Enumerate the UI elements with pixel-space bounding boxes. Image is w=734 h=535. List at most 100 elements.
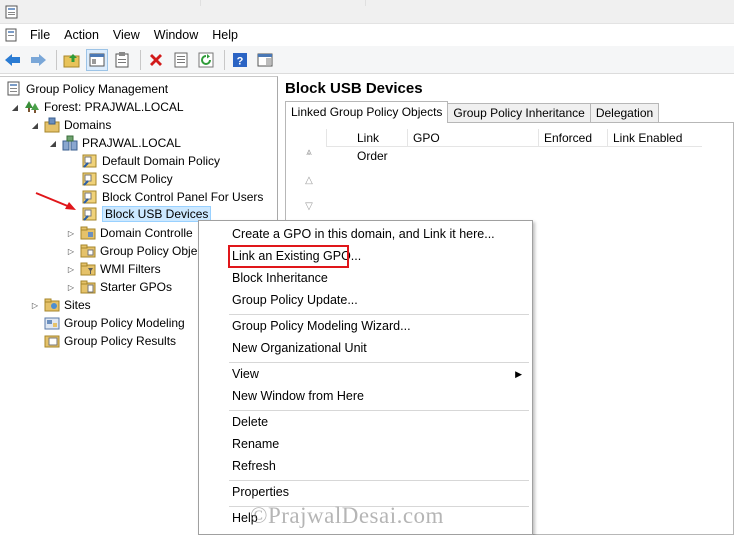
tree-node-domain[interactable]: ◢ PRAJWAL.LOCAL [48, 134, 181, 152]
menu-help[interactable]: Help [205, 24, 245, 46]
tree-node-container[interactable]: ▷ Domain Controlle [66, 224, 193, 242]
menu-block-inheritance[interactable]: Block Inheritance [199, 267, 532, 289]
tree-node-sites[interactable]: ▷ Sites [30, 296, 91, 314]
menu-rename[interactable]: Rename [199, 433, 532, 455]
back-button[interactable] [2, 49, 24, 71]
title-bar-segment [365, 0, 425, 6]
collapse-arrow-icon[interactable]: ◢ [10, 102, 20, 112]
sites-icon [44, 298, 60, 312]
column-enforced[interactable]: Enforced [538, 129, 607, 147]
expand-arrow-icon[interactable]: ▷ [30, 300, 40, 310]
export-list-icon [174, 52, 188, 67]
column-gpo[interactable]: GPO [407, 129, 538, 147]
expand-arrow-icon[interactable]: ▷ [66, 282, 76, 292]
up-folder-button[interactable] [61, 49, 83, 71]
expand-arrow-icon[interactable]: ▷ [66, 246, 76, 256]
gpo-folder-icon [80, 244, 96, 258]
forward-icon [31, 53, 46, 66]
back-icon [5, 53, 20, 66]
menu-window[interactable]: Window [147, 24, 205, 46]
expand-arrow-icon[interactable]: ▷ [66, 228, 76, 238]
delete-icon [150, 53, 162, 66]
show-hide-tree-icon [89, 53, 105, 66]
title-bar-segment [200, 0, 260, 6]
tree-label: PRAJWAL.LOCAL [82, 136, 181, 150]
tree-node-root[interactable]: Group Policy Management [6, 80, 168, 98]
tree-label: Group Policy Results [64, 334, 177, 348]
menu-modeling-wizard[interactable]: Group Policy Modeling Wizard... [199, 315, 532, 337]
menu-file[interactable]: File [23, 24, 57, 46]
tree-label: Sites [64, 298, 91, 312]
starter-gpo-folder-icon [80, 280, 96, 294]
menu-create-gpo-link[interactable]: Create a GPO in this domain, and Link it… [199, 223, 532, 245]
help-button[interactable]: ? [229, 49, 251, 71]
tree-label: Group Policy Management [26, 82, 169, 96]
export-list-button[interactable] [170, 49, 192, 71]
wmi-folder-icon [80, 262, 96, 276]
move-up-icon[interactable]: △ [302, 175, 316, 187]
forest-icon [25, 101, 39, 113]
tree-node-modeling[interactable]: Group Policy Modeling [44, 314, 185, 332]
up-folder-icon [63, 53, 80, 67]
toolbar-separator [140, 49, 141, 70]
collapse-arrow-icon[interactable]: ◢ [30, 120, 40, 130]
domain-icon [62, 135, 78, 151]
collapse-arrow-icon[interactable]: ◢ [48, 138, 58, 148]
tree-label: Block USB Devices [102, 206, 212, 222]
properties-button[interactable] [111, 49, 133, 71]
menu-action[interactable]: Action [57, 24, 106, 46]
ou-folder-icon [80, 226, 96, 240]
submenu-arrow-icon: ▶ [515, 369, 522, 379]
tree-node-domains[interactable]: ◢ Domains [30, 116, 111, 134]
forward-button[interactable] [27, 49, 49, 71]
column-link-enabled[interactable]: Link Enabled [607, 129, 702, 147]
tree-node-gpo-link-selected[interactable]: Block USB Devices [82, 205, 212, 223]
tab-strip: Linked Group Policy Objects Group Policy… [285, 101, 660, 123]
modeling-icon [44, 317, 60, 330]
menu-item-label: View [232, 367, 259, 381]
action-pane-button[interactable] [254, 49, 276, 71]
annotation-arrow-icon [35, 192, 76, 210]
move-down-icon[interactable]: ▽ [302, 201, 316, 213]
console-icon[interactable] [3, 27, 23, 43]
tree-label: Starter GPOs [100, 280, 173, 294]
tree-node-container[interactable]: ▷ Group Policy Obje [66, 242, 197, 260]
menu-refresh[interactable]: Refresh [199, 455, 532, 477]
tree-node-container[interactable]: ▷ WMI Filters [66, 260, 161, 278]
tree-node-gpo-link[interactable]: SCCM Policy [82, 170, 173, 188]
tree-label: WMI Filters [100, 262, 161, 276]
move-top-icon[interactable]: ⩓ [302, 147, 316, 159]
list-header: Link Order GPO Enforced Link Enabled [326, 129, 702, 163]
tree-label: Block Control Panel For Users [102, 190, 264, 204]
tree-label: Default Domain Policy [102, 154, 221, 168]
show-hide-tree-button[interactable] [86, 48, 108, 71]
delete-button[interactable] [145, 49, 167, 71]
tree-node-gpo-link[interactable]: Default Domain Policy [82, 152, 220, 170]
menu-view[interactable]: View ▶ [199, 363, 532, 385]
menu-gp-update[interactable]: Group Policy Update... [199, 289, 532, 311]
tab-delegation[interactable]: Delegation [589, 103, 660, 123]
svg-text:?: ? [237, 55, 244, 67]
expand-arrow-icon[interactable]: ▷ [66, 264, 76, 274]
toolbar: ? [0, 46, 734, 74]
menu-delete[interactable]: Delete [199, 411, 532, 433]
menu-properties[interactable]: Properties [199, 481, 532, 503]
help-icon: ? [233, 52, 247, 67]
menu-view[interactable]: View [106, 24, 147, 46]
tab-linked-gpos[interactable]: Linked Group Policy Objects [285, 101, 449, 123]
tab-gp-inheritance[interactable]: Group Policy Inheritance [447, 103, 591, 123]
page-title: Block USB Devices [285, 80, 423, 97]
refresh-button[interactable] [195, 49, 217, 71]
tree-node-gpo-link[interactable]: Block Control Panel For Users [82, 188, 263, 206]
gpo-link-icon [82, 190, 97, 204]
tree-label: Group Policy Modeling [64, 316, 185, 330]
tree-node-forest[interactable]: ◢ Forest: PRAJWAL.LOCAL [10, 98, 184, 116]
menu-new-ou[interactable]: New Organizational Unit [199, 337, 532, 359]
menu-new-window[interactable]: New Window from Here [199, 385, 532, 407]
tree-node-container[interactable]: ▷ Starter GPOs [66, 278, 172, 296]
tree-node-results[interactable]: Group Policy Results [44, 332, 176, 350]
annotation-highlight-box [228, 245, 349, 268]
column-link-order[interactable]: Link Order [326, 129, 407, 163]
gpmc-app-icon [5, 5, 18, 19]
tree-label: Group Policy Obje [100, 244, 198, 258]
